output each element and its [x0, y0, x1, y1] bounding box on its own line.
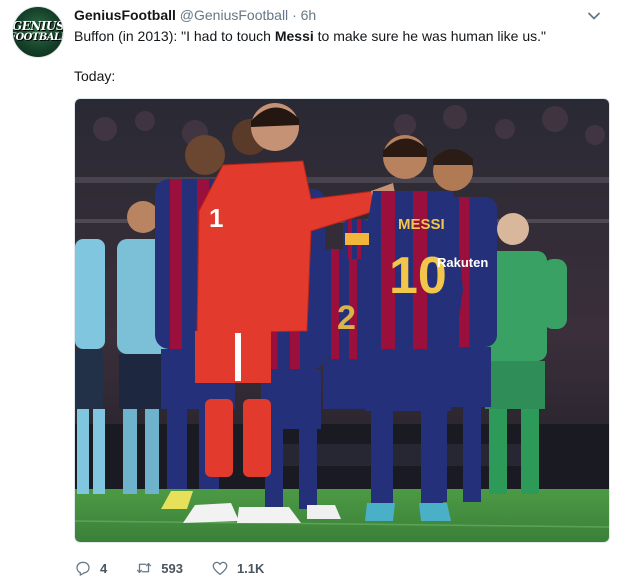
reply-icon	[76, 561, 90, 576]
display-name[interactable]: GeniusFootball	[74, 7, 176, 23]
jersey-name: MESSI	[398, 216, 445, 233]
tweet-text: Buffon (in 2013): "I had to touch Messi …	[74, 27, 604, 46]
reply-count: 4	[100, 560, 108, 576]
retweet-icon	[137, 562, 152, 574]
photo-illustration: 2 1 MESSI 10 Rakuten	[75, 99, 609, 542]
tweet-actions: 4 593 1.1K	[74, 556, 292, 580]
tweet-text-line2: Today:	[74, 68, 116, 84]
like-count: 1.1K	[236, 560, 265, 576]
retweet-button[interactable]: 593	[135, 559, 183, 577]
user-handle[interactable]: @GeniusFootball	[180, 7, 288, 23]
separator-dot: ·	[292, 7, 297, 23]
avatar[interactable]: GENIUS FOOTBALL	[12, 6, 64, 58]
tweet-text-part2: to make sure he was human like us."	[313, 28, 546, 44]
avatar-text-line2: FOOTBALL	[13, 32, 63, 43]
gk-number: 1	[209, 203, 223, 233]
avatar-text-line1: GENIUS	[12, 19, 64, 33]
chevron-down-icon[interactable]	[584, 6, 604, 26]
player2-number: 2	[337, 299, 356, 337]
reply-button[interactable]: 4	[74, 559, 107, 577]
tweet-media-photo[interactable]: 2 1 MESSI 10 Rakuten	[74, 98, 610, 543]
tweet-text-part1: Buffon (in 2013): "I had to touch	[74, 28, 275, 44]
like-button[interactable]: 1.1K	[211, 559, 264, 577]
tweet-text-bold: Messi	[274, 28, 314, 44]
tweet-time[interactable]: 6h	[301, 7, 317, 23]
like-icon	[212, 561, 228, 576]
tweet-header: GeniusFootball @GeniusFootball · 6h	[74, 6, 316, 24]
retweet-count: 593	[161, 560, 183, 576]
jersey-sponsor: Rakuten	[437, 255, 488, 270]
